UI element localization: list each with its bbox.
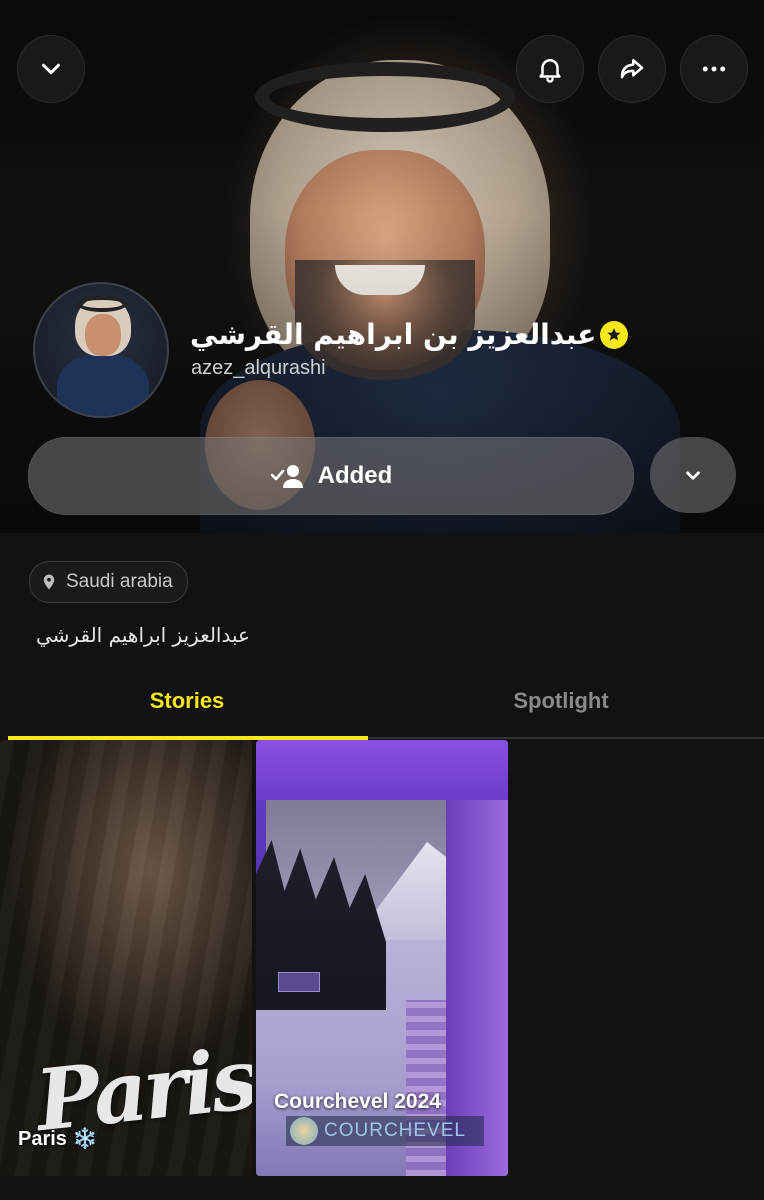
user-check-icon (270, 465, 303, 488)
star-badge-icon (600, 320, 629, 349)
username: azez_alqurashi (191, 357, 326, 379)
notifications-button[interactable] (516, 35, 584, 103)
story-card-paris[interactable]: Paris Paris ❄️ (0, 740, 252, 1176)
profile-bio: عبدالعزيز ابراهيم القرشي (36, 623, 250, 647)
story-title: Courchevel 2024 (274, 1090, 441, 1113)
story-title: Paris ❄️ (18, 1128, 98, 1150)
share-button[interactable] (598, 35, 666, 103)
profile-avatar[interactable] (33, 282, 169, 418)
tab-spotlight[interactable]: Spotlight (374, 688, 748, 714)
story-card-courchevel[interactable]: COURCHEVEL Courchevel 2024 (256, 740, 508, 1176)
friend-status-button[interactable]: Added (28, 437, 634, 515)
more-dots-icon (702, 66, 726, 72)
chevron-down-icon (42, 63, 60, 75)
courchevel-logo-icon (290, 1117, 318, 1145)
collapse-button[interactable] (17, 35, 85, 103)
display-name: عبدالعزيز بن ابراهيم القرشي (190, 318, 597, 351)
location-pin-icon (43, 574, 55, 590)
tab-divider (368, 737, 764, 739)
share-arrow-icon (620, 59, 644, 79)
courchevel-logo-overlay: COURCHEVEL (286, 1116, 484, 1146)
tab-stories[interactable]: Stories (0, 688, 374, 714)
friend-options-button[interactable] (650, 437, 736, 513)
location-label: Saudi arabia (66, 571, 173, 592)
chevron-down-icon (686, 471, 700, 480)
more-options-button[interactable] (680, 35, 748, 103)
friend-status-label: Added (317, 462, 393, 489)
location-chip[interactable]: Saudi arabia (29, 561, 188, 603)
display-name-row: عبدالعزيز بن ابراهيم القرشي (190, 318, 629, 351)
bell-icon (539, 59, 561, 83)
